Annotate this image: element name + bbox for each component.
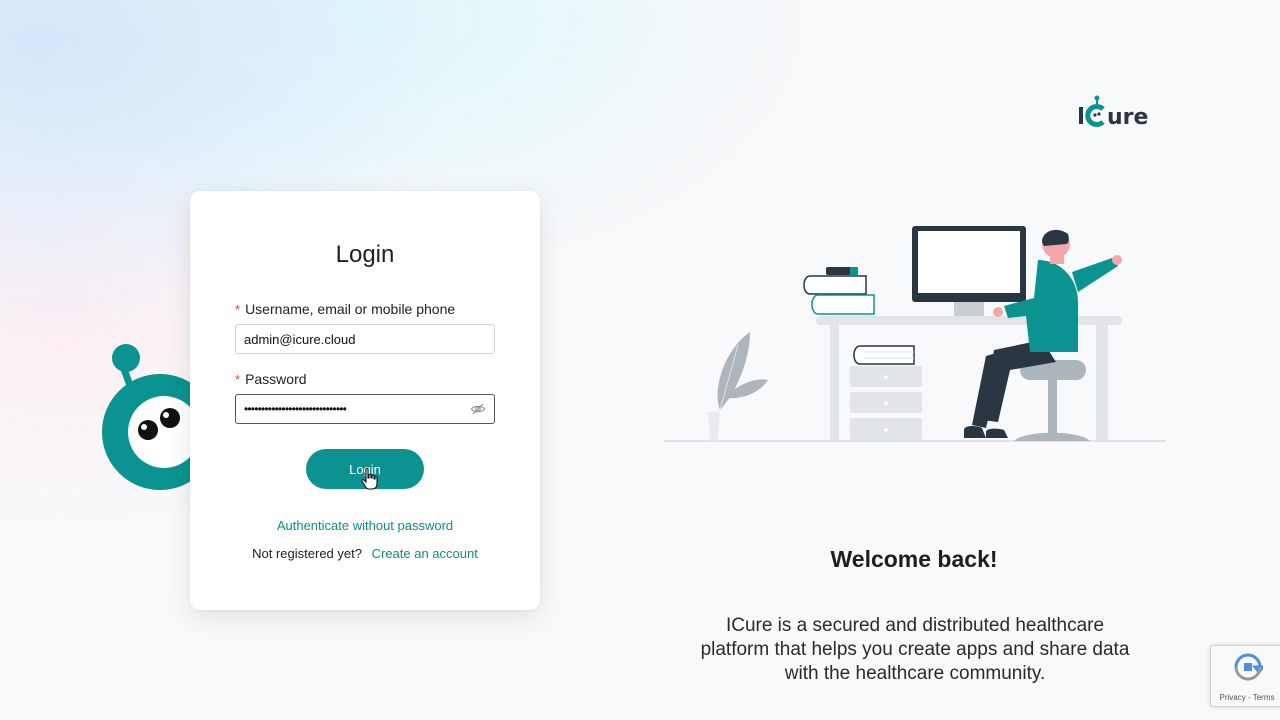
icure-logo: ure — [1078, 95, 1158, 130]
register-prompt: Not registered yet? — [252, 546, 362, 561]
welcome-heading: Welcome back! — [830, 546, 998, 572]
required-marker: * — [235, 302, 241, 317]
create-account-link[interactable]: Create an account — [372, 546, 478, 561]
password-input[interactable]: •••••••••••••••••••••••••••••• — [235, 394, 495, 424]
hand-cursor-icon — [361, 467, 378, 490]
recaptcha-links[interactable]: Privacy - Terms — [1211, 693, 1280, 702]
username-label: * Username, email or mobile phone — [235, 301, 455, 317]
authenticate-without-password-link[interactable]: Authenticate without password — [277, 518, 453, 533]
login-card: Login * Username, email or mobile phone a… — [190, 191, 540, 610]
recaptcha-icon — [1234, 653, 1263, 681]
username-value: admin@icure.cloud — [244, 331, 356, 347]
password-label: * Password — [235, 371, 307, 387]
svg-text:ure: ure — [1107, 105, 1148, 129]
eye-slash-icon[interactable] — [470, 401, 486, 417]
desk-illustration — [664, 226, 1166, 442]
required-marker: * — [235, 372, 241, 387]
recaptcha-badge[interactable]: Privacy - Terms — [1210, 645, 1280, 707]
password-label-text: Password — [245, 371, 307, 387]
register-row: Not registered yet? Create an account — [190, 546, 540, 561]
password-value: •••••••••••••••••••••••••••••• — [244, 402, 347, 416]
login-title: Login — [335, 241, 395, 268]
welcome-description: ICure is a secured and distributed healt… — [700, 615, 1130, 684]
username-label-text: Username, email or mobile phone — [245, 301, 456, 317]
username-input[interactable]: admin@icure.cloud — [235, 324, 495, 354]
icure-logo-mark: ure — [1079, 95, 1148, 130]
